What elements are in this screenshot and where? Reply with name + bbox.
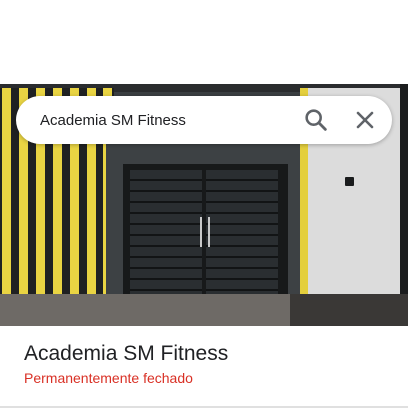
- ground-shadow: [290, 294, 408, 326]
- search-icon: [305, 109, 327, 131]
- door-handle: [208, 217, 210, 247]
- close-button[interactable]: [351, 106, 379, 134]
- search-button[interactable]: [302, 106, 330, 134]
- door-left: [130, 170, 202, 298]
- close-icon: [356, 111, 374, 129]
- door-right: [206, 170, 278, 298]
- photo-right-edge: [400, 84, 408, 326]
- wall-stripe: [2, 88, 11, 294]
- place-info-panel[interactable]: Academia SM Fitness Permanentemente fech…: [0, 326, 408, 408]
- search-bar: [16, 96, 392, 144]
- door-handle: [200, 217, 202, 247]
- place-status: Permanentemente fechado: [24, 370, 193, 386]
- place-title: Academia SM Fitness: [24, 342, 229, 365]
- wall-switch: [345, 177, 354, 186]
- top-blank-area: [0, 0, 408, 84]
- search-input[interactable]: [40, 108, 290, 132]
